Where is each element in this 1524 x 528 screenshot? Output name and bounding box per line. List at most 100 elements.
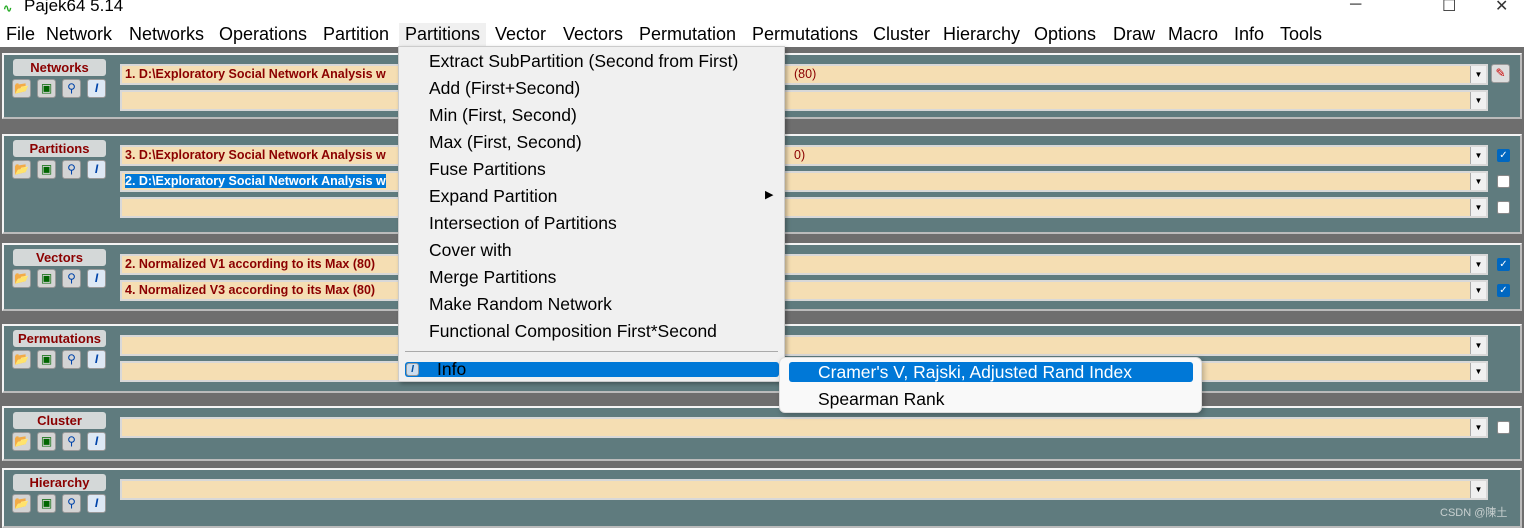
permutations-button[interactable]: Permutations: [13, 330, 106, 347]
menu-permutations[interactable]: Permutations: [746, 23, 864, 47]
menu-info[interactable]: Info: [1228, 23, 1270, 47]
info-icon[interactable]: I: [87, 160, 106, 179]
chevron-down-icon[interactable]: ▼: [1470, 66, 1486, 83]
menu-cluster[interactable]: Cluster: [867, 23, 936, 47]
selected-item: 4. Normalized V3 according to its Max (8…: [125, 283, 376, 297]
open-folder-icon[interactable]: 📂: [12, 494, 31, 513]
info-icon[interactable]: I: [87, 432, 106, 451]
menu-item[interactable]: Merge Partitions: [429, 267, 556, 288]
chevron-down-icon[interactable]: ▼: [1470, 363, 1486, 380]
menu-vectors[interactable]: Vectors: [557, 23, 629, 47]
networks-button[interactable]: Networks: [13, 59, 106, 76]
open-folder-icon[interactable]: 📂: [12, 269, 31, 288]
info-icon[interactable]: I: [87, 350, 106, 369]
menu-partition[interactable]: Partition: [317, 23, 395, 47]
submenu-item[interactable]: Cramer's V, Rajski, Adjusted Rand Index: [789, 362, 1193, 382]
chevron-down-icon[interactable]: ▼: [1470, 481, 1486, 498]
chevron-down-icon[interactable]: ▼: [1470, 337, 1486, 354]
menu-item[interactable]: Min (First, Second): [429, 105, 577, 126]
info-submenu: Cramer's V, Rajski, Adjusted Rand Index S…: [779, 357, 1202, 413]
open-folder-icon[interactable]: 📂: [12, 432, 31, 451]
networks-select[interactable]: ▼: [120, 90, 1488, 111]
partitions-menu: I Info ▶ Extract SubPartition (Second fr…: [398, 46, 785, 382]
menu-item[interactable]: Make Random Network: [429, 294, 612, 315]
selected-item: 2. D:\Exploratory Social Network Analysi…: [125, 174, 386, 188]
open-folder-icon[interactable]: 📂: [12, 79, 31, 98]
magnifier-icon[interactable]: ⚲: [62, 160, 81, 179]
hierarchy-button[interactable]: Hierarchy: [13, 474, 106, 491]
vectors-button[interactable]: Vectors: [13, 249, 106, 266]
selected-item: 2. Normalized V1 according to its Max (8…: [125, 257, 376, 271]
vectors-select[interactable]: 2. Normalized V1 according to its Max (8…: [120, 254, 1488, 275]
menu-networks[interactable]: Networks: [123, 23, 210, 47]
menu-macro[interactable]: Macro: [1162, 23, 1224, 47]
menu-item[interactable]: Cover with: [429, 240, 512, 261]
menu-item[interactable]: Fuse Partitions: [429, 159, 546, 180]
menu-partitions[interactable]: Partitions: [399, 23, 487, 47]
magnifier-icon[interactable]: ⚲: [62, 79, 81, 98]
checkbox[interactable]: ✓: [1497, 258, 1510, 271]
menu-draw[interactable]: Draw: [1107, 23, 1161, 47]
menu-bar: File Network Networks Operations Partition Pa…: [0, 21, 1524, 47]
partitions-select[interactable]: 3. D:\Exploratory Social Network Analysi…: [120, 145, 1488, 166]
submenu-item[interactable]: Spearman Rank: [789, 389, 1193, 409]
cluster-select[interactable]: ▼: [120, 417, 1488, 438]
save-icon[interactable]: ▣: [37, 79, 56, 98]
save-icon[interactable]: ▣: [37, 160, 56, 179]
menu-item[interactable]: Max (First, Second): [429, 132, 582, 153]
chevron-down-icon[interactable]: ▼: [1470, 419, 1486, 436]
menu-hierarchy[interactable]: Hierarchy: [937, 23, 1026, 47]
pencil-icon[interactable]: ✎: [1491, 64, 1510, 83]
permutations-select[interactable]: ▼: [120, 335, 1488, 356]
maximize-button[interactable]: ☐: [1442, 0, 1456, 16]
save-icon[interactable]: ▣: [37, 350, 56, 369]
menu-item[interactable]: Expand Partition: [429, 186, 557, 207]
chevron-down-icon[interactable]: ▼: [1470, 199, 1486, 216]
info-icon[interactable]: I: [87, 79, 106, 98]
chevron-down-icon[interactable]: ▼: [1470, 147, 1486, 164]
open-folder-icon[interactable]: 📂: [12, 350, 31, 369]
save-icon[interactable]: ▣: [37, 269, 56, 288]
networks-select[interactable]: 1. D:\Exploratory Social Network Analysi…: [120, 64, 1488, 85]
info-icon[interactable]: I: [87, 494, 106, 513]
menu-tools[interactable]: Tools: [1274, 23, 1328, 47]
menu-options[interactable]: Options: [1028, 23, 1102, 47]
menu-operations[interactable]: Operations: [213, 23, 313, 47]
chevron-down-icon[interactable]: ▼: [1470, 282, 1486, 299]
magnifier-icon[interactable]: ⚲: [62, 269, 81, 288]
info-icon[interactable]: I: [87, 269, 106, 288]
magnifier-icon[interactable]: ⚲: [62, 350, 81, 369]
submenu-arrow-icon: ▶: [765, 189, 774, 201]
minimize-button[interactable]: ─: [1350, 0, 1361, 14]
magnifier-icon[interactable]: ⚲: [62, 494, 81, 513]
vectors-select[interactable]: 4. Normalized V3 according to its Max (8…: [120, 280, 1488, 301]
menu-item[interactable]: Extract SubPartition (Second from First): [429, 51, 738, 72]
save-icon[interactable]: ▣: [37, 494, 56, 513]
magnifier-icon[interactable]: ⚲: [62, 432, 81, 451]
checkbox[interactable]: ✓: [1497, 284, 1510, 297]
menu-item[interactable]: Functional Composition First*Second: [429, 321, 717, 342]
menu-permutation[interactable]: Permutation: [633, 23, 742, 47]
checkbox[interactable]: [1497, 201, 1510, 214]
partitions-select[interactable]: 2. D:\Exploratory Social Network Analysi…: [120, 171, 1488, 192]
checkbox[interactable]: ✓: [1497, 149, 1510, 162]
hierarchy-select[interactable]: ▼: [120, 479, 1488, 500]
checkbox[interactable]: [1497, 175, 1510, 188]
chevron-down-icon[interactable]: ▼: [1470, 256, 1486, 273]
menu-vector[interactable]: Vector: [489, 23, 552, 47]
panel-hierarchy: Hierarchy 📂 ▣ ⚲ I ▼: [2, 468, 1522, 528]
menu-file[interactable]: File: [0, 23, 41, 47]
open-folder-icon[interactable]: 📂: [12, 160, 31, 179]
close-button[interactable]: ✕: [1495, 0, 1508, 16]
chevron-down-icon[interactable]: ▼: [1470, 92, 1486, 109]
cluster-button[interactable]: Cluster: [13, 412, 106, 429]
checkbox[interactable]: [1497, 421, 1510, 434]
save-icon[interactable]: ▣: [37, 432, 56, 451]
partitions-select[interactable]: ▼: [120, 197, 1488, 218]
menu-item[interactable]: Add (First+Second): [429, 78, 580, 99]
menu-network[interactable]: Network: [40, 23, 118, 47]
menu-item[interactable]: Intersection of Partitions: [429, 213, 617, 234]
partitions-button[interactable]: Partitions: [13, 140, 106, 157]
chevron-down-icon[interactable]: ▼: [1470, 173, 1486, 190]
item-tail: 0): [794, 148, 806, 162]
